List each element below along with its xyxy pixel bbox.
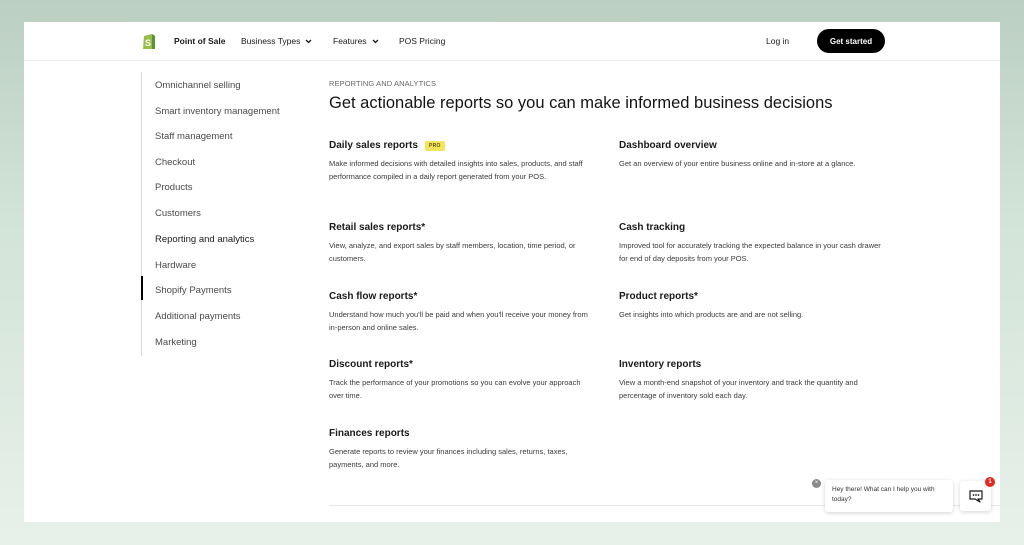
chevron-down-icon [372, 39, 379, 43]
feature-retail-sales: Retail sales reports* View, analyze, and… [329, 222, 599, 265]
feature-title: Daily sales reports [329, 140, 418, 151]
feature-finances-reports: Finances reports Generate reports to rev… [329, 428, 599, 471]
feature-description: Generate reports to review your finances… [329, 447, 568, 469]
shopify-logo-icon[interactable]: S [142, 32, 156, 50]
sidebar-item-checkout[interactable]: Checkout [155, 157, 195, 168]
nav-label: Business Types [241, 36, 301, 46]
feature-discount-reports: Discount reports* Track the performance … [329, 359, 599, 402]
sidebar-item-marketing[interactable]: Marketing [155, 337, 197, 348]
chat-message: Hey there! What can I help you with toda… [832, 486, 935, 503]
sidebar-item-reporting[interactable]: Reporting and analytics [155, 234, 254, 245]
nav-pos-pricing[interactable]: POS Pricing [399, 36, 445, 46]
get-started-button[interactable]: Get started [817, 29, 885, 53]
chat-greeting-bubble[interactable]: Hey there! What can I help you with toda… [825, 480, 953, 512]
svg-text:S: S [145, 38, 151, 48]
page-container: S Point of Sale Business Types Features … [24, 22, 1000, 522]
nav-features[interactable]: Features [333, 36, 379, 46]
feature-title: Inventory reports [619, 359, 702, 370]
sidebar-item-smart-inventory[interactable]: Smart inventory management [155, 106, 280, 117]
chat-icon [968, 489, 983, 503]
feature-dashboard-overview: Dashboard overview Get an overview of yo… [619, 140, 889, 171]
feature-description: Track the performance of your promotions… [329, 378, 581, 400]
page-title: Get actionable reports so you can make i… [329, 94, 833, 112]
active-indicator [141, 276, 143, 300]
feature-cash-flow: Cash flow reports* Understand how much y… [329, 291, 599, 334]
sidebar-item-staff[interactable]: Staff management [155, 131, 232, 142]
sidebar-item-customers[interactable]: Customers [155, 208, 201, 219]
feature-description: View, analyze, and export sales by staff… [329, 241, 576, 263]
nav-business-types[interactable]: Business Types [241, 36, 312, 46]
feature-title: Cash tracking [619, 222, 686, 233]
section-eyebrow: REPORTING AND ANALYTICS [329, 79, 437, 88]
sidebar-item-omnichannel[interactable]: Omnichannel selling [155, 80, 241, 91]
sidebar-nav: Omnichannel selling Smart inventory mana… [141, 72, 311, 356]
sidebar-item-shopify-payments[interactable]: Shopify Payments [155, 285, 232, 296]
feature-description: View a month-end snapshot of your invent… [619, 378, 858, 400]
chevron-down-icon [305, 39, 312, 43]
nav-label: Features [333, 36, 367, 46]
feature-inventory-reports: Inventory reports View a month-end snaps… [619, 359, 889, 402]
feature-title: Cash flow reports* [329, 291, 418, 302]
feature-title: Discount reports* [329, 359, 413, 370]
feature-description: Get an overview of your entire business … [619, 159, 856, 168]
nav-label: POS Pricing [399, 36, 446, 46]
brand-label: Point of Sale [174, 36, 226, 46]
feature-description: Get insights into which products are and… [619, 310, 804, 319]
feature-description: Improved tool for accurately tracking th… [619, 241, 881, 263]
feature-title: Dashboard overview [619, 140, 717, 151]
pro-badge: PRO [424, 140, 445, 151]
feature-title: Product reports* [619, 291, 698, 302]
feature-description: Understand how much you'll be paid and w… [329, 310, 588, 332]
login-link[interactable]: Log in [766, 36, 789, 46]
brand-link[interactable]: Point of Sale [174, 36, 225, 46]
sidebar-item-additional-payments[interactable]: Additional payments [155, 311, 241, 322]
feature-description: Make informed decisions with detailed in… [329, 159, 583, 181]
feature-title: Finances reports [329, 428, 410, 439]
feature-daily-sales: Daily sales reports PRO Make informed dec… [329, 140, 599, 183]
chat-close-button[interactable]: × [812, 479, 821, 488]
sidebar-item-hardware[interactable]: Hardware [155, 260, 196, 271]
feature-product-reports: Product reports* Get insights into which… [619, 291, 889, 322]
notification-badge: 1 [985, 477, 995, 487]
feature-cash-tracking: Cash tracking Improved tool for accurate… [619, 222, 889, 265]
feature-title: Retail sales reports* [329, 222, 426, 233]
top-nav: S Point of Sale Business Types Features … [24, 22, 1000, 61]
sidebar-item-products[interactable]: Products [155, 182, 193, 193]
